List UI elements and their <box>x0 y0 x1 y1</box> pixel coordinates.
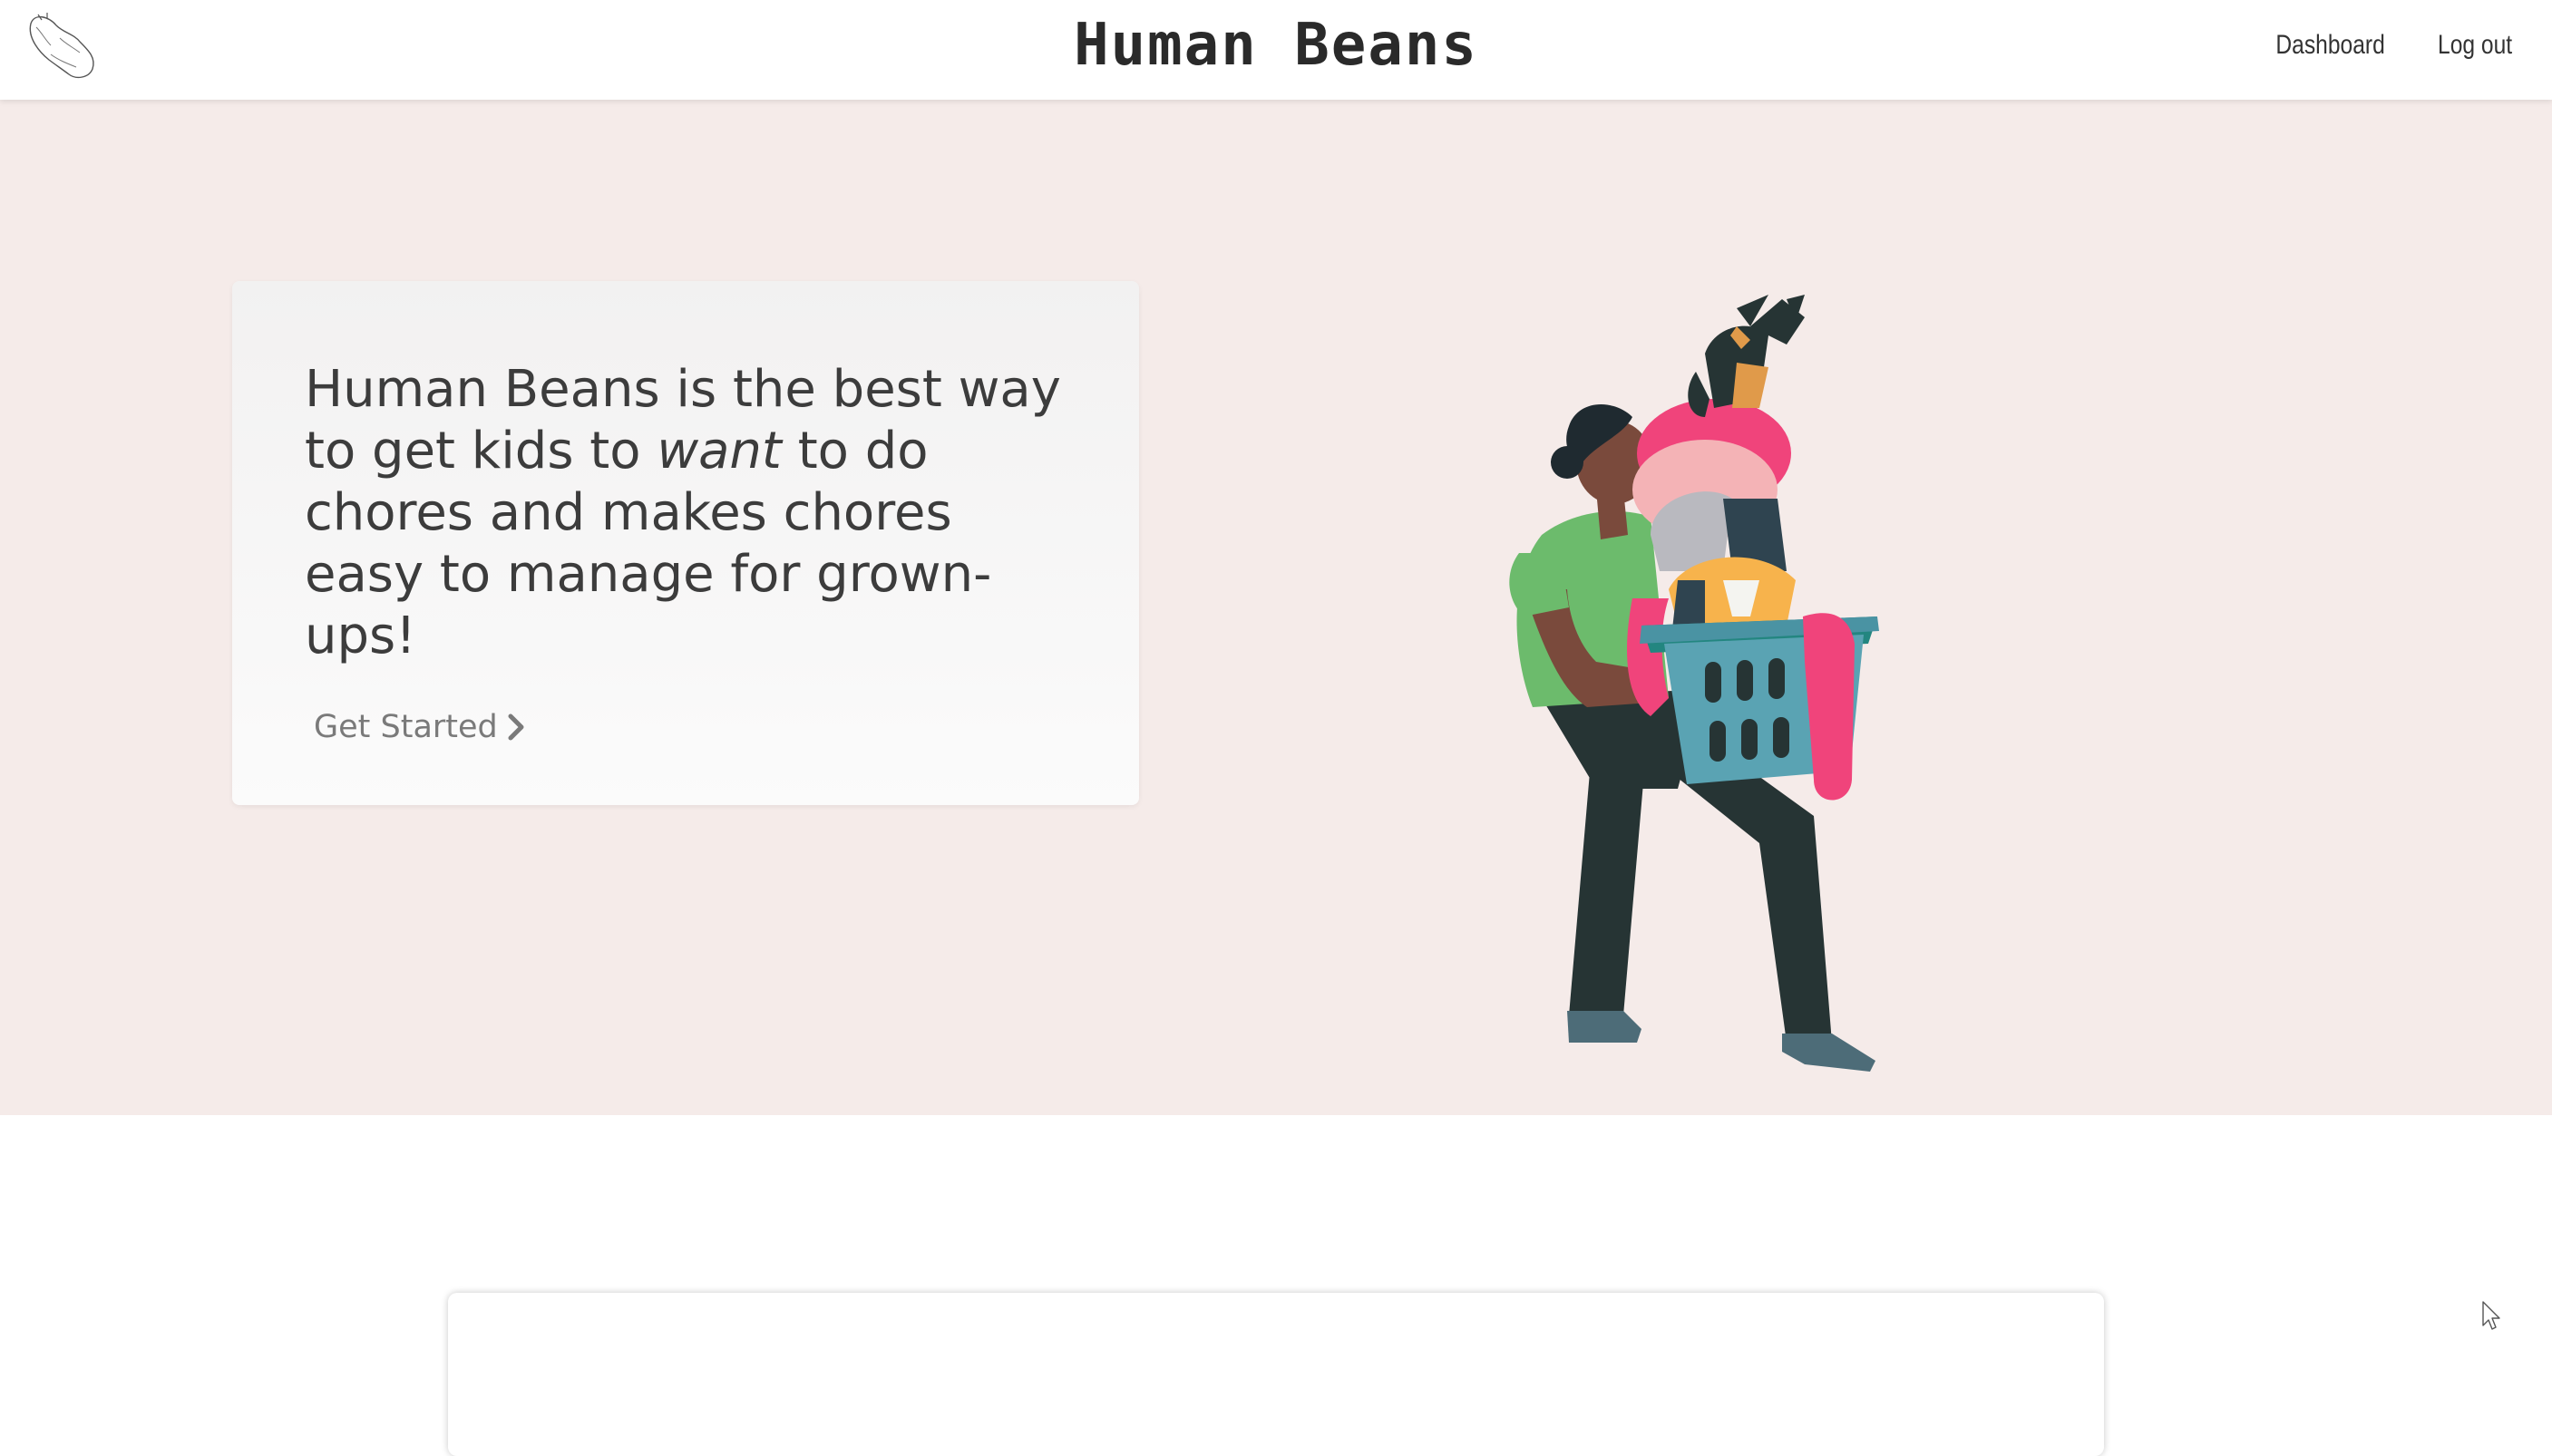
content-panel <box>448 1293 2104 1456</box>
hero-card: Human Beans is the best way to get kids … <box>232 281 1139 805</box>
person-carrying-laundry-illustration <box>1509 295 1879 1072</box>
nav-links: Dashboard Log out <box>2252 25 2512 65</box>
brand-title: Human Beans <box>1074 12 1478 79</box>
nav-link-dashboard[interactable]: Dashboard <box>2276 25 2385 65</box>
nav-link-log-out[interactable]: Log out <box>2438 25 2512 65</box>
get-started-button[interactable]: Get Started <box>314 709 525 745</box>
navbar: Human Beans Dashboard Log out <box>0 0 2552 100</box>
hero-tagline-emphasis: want <box>657 422 782 480</box>
hero-tagline: Human Beans is the best way to get kids … <box>305 359 1085 667</box>
get-started-label: Get Started <box>314 709 498 745</box>
chevron-right-icon <box>508 713 524 741</box>
hero-section: Human Beans is the best way to get kids … <box>0 100 2552 1115</box>
mouse-cursor-icon <box>2482 1301 2500 1330</box>
